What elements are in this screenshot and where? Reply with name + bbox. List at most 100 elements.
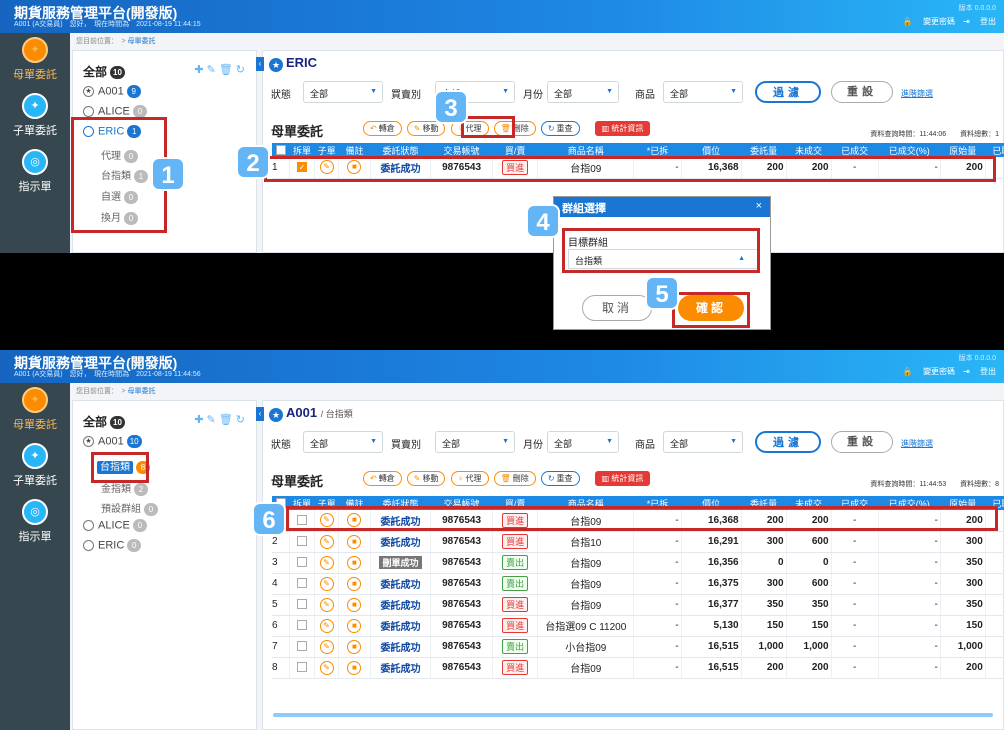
table-row[interactable]: 6 ✎ ■ 委託成功 9876543 買進 台指選09 C 11200-5,130 150 15… bbox=[272, 615, 1004, 637]
apply-filter-button[interactable]: 過濾 bbox=[755, 431, 821, 453]
column-header[interactable]: 已成交 bbox=[831, 143, 879, 157]
sidebar-item-parent-order[interactable]: ✦ 母單委託 bbox=[0, 33, 70, 89]
sidebar-item-child-order[interactable]: ✦ 子單委託 bbox=[0, 89, 70, 145]
collapse-icon[interactable]: ‹ bbox=[256, 57, 264, 71]
child-order-icon[interactable]: ■ bbox=[347, 660, 362, 675]
add-icon[interactable]: ✚ bbox=[194, 64, 206, 76]
split-order-cell[interactable]: ✎ bbox=[314, 615, 339, 637]
trash-icon[interactable]: 🗑 bbox=[219, 64, 236, 76]
rollover-button[interactable]: ↶ 轉倉 bbox=[363, 121, 402, 136]
requery-button[interactable]: ↻ 重查 bbox=[540, 121, 580, 136]
child-order-cell[interactable]: ■ bbox=[338, 615, 372, 637]
logout-link[interactable]: ⇥ 登出 bbox=[963, 367, 996, 376]
child-order-cell[interactable]: ■ bbox=[338, 594, 372, 616]
edit-icon[interactable]: ✎ bbox=[207, 414, 219, 426]
tree-all[interactable]: 全部 10 bbox=[83, 413, 125, 430]
column-header[interactable]: 已取 bbox=[985, 143, 1004, 157]
split-order-cell[interactable]: ✎ bbox=[314, 636, 339, 658]
child-order-icon[interactable]: ■ bbox=[347, 534, 362, 549]
child-order-cell[interactable]: ■ bbox=[338, 636, 372, 658]
row-checkbox[interactable] bbox=[289, 552, 316, 574]
column-header[interactable]: *已拆 bbox=[633, 143, 682, 157]
product-select[interactable]: 全部 bbox=[663, 431, 743, 453]
requery-button[interactable]: ↻ 重查 bbox=[540, 471, 580, 486]
sidebar-item-parent-order[interactable]: ✦ 母單委託 bbox=[0, 383, 70, 439]
child-order-cell[interactable]: ■ bbox=[338, 573, 372, 595]
column-header[interactable]: 價位 bbox=[681, 143, 742, 157]
advanced-filter-link[interactable]: 進階篩選 bbox=[901, 438, 933, 449]
refresh-icon[interactable]: ↻ bbox=[236, 414, 248, 426]
change-password-link[interactable]: 🔒 變更密碼 bbox=[903, 367, 955, 376]
pencil-icon[interactable]: ✎ bbox=[319, 597, 334, 612]
child-order-icon[interactable]: ■ bbox=[347, 555, 362, 570]
close-icon[interactable]: × bbox=[756, 200, 762, 212]
month-select[interactable]: 全部 bbox=[547, 81, 619, 103]
logout-link[interactable]: ⇥ 登出 bbox=[963, 17, 996, 26]
column-header[interactable]: 原始量 bbox=[940, 143, 986, 157]
change-password-link[interactable]: 🔒 變更密碼 bbox=[903, 17, 955, 26]
split-order-cell[interactable]: ✎ bbox=[314, 531, 339, 553]
split-order-cell[interactable]: ✎ bbox=[314, 573, 339, 595]
tree-node-alice[interactable]: ALICE 0 bbox=[83, 519, 147, 532]
column-header[interactable]: 已成交(%) bbox=[878, 143, 941, 157]
collapse-icon[interactable]: ‹ bbox=[256, 407, 264, 421]
delete-button[interactable]: 🗑 刪除 bbox=[493, 471, 536, 486]
sidebar-item-child-order[interactable]: ✦ 子單委託 bbox=[0, 439, 70, 495]
split-order-cell[interactable]: ✎ bbox=[314, 657, 339, 679]
column-header[interactable]: 拆單 bbox=[289, 143, 315, 157]
select-all-checkbox[interactable] bbox=[272, 143, 290, 157]
advanced-filter-link[interactable]: 進階篩選 bbox=[901, 88, 933, 99]
column-header[interactable]: 委託量 bbox=[741, 143, 787, 157]
column-header[interactable]: 買/賣 bbox=[492, 143, 538, 157]
product-select[interactable]: 全部 bbox=[663, 81, 743, 103]
status-select[interactable]: 全部 bbox=[303, 81, 383, 103]
column-header[interactable]: 商品名稱 bbox=[537, 143, 634, 157]
pencil-icon[interactable]: ✎ bbox=[319, 534, 334, 549]
column-header[interactable]: 交易帳號 bbox=[430, 143, 493, 157]
row-checkbox[interactable] bbox=[289, 657, 316, 679]
reset-button[interactable]: 重設 bbox=[831, 81, 893, 103]
row-checkbox[interactable] bbox=[289, 594, 316, 616]
edit-icon[interactable]: ✎ bbox=[207, 64, 219, 76]
move-button[interactable]: ✎ 移動 bbox=[406, 471, 446, 486]
tree-node-a001[interactable]: ★ A001 10 bbox=[83, 435, 142, 448]
child-order-cell[interactable]: ■ bbox=[338, 552, 372, 574]
pencil-icon[interactable]: ✎ bbox=[319, 660, 334, 675]
sidebar-item-instruction[interactable]: ◎ 指示單 bbox=[0, 145, 70, 201]
table-row[interactable]: 4 ✎ ■ 委託成功 9876543 賣出 台指09-16,375 300 600- -300 bbox=[272, 573, 1004, 595]
reset-button[interactable]: 重設 bbox=[831, 431, 893, 453]
apply-filter-button[interactable]: 過濾 bbox=[755, 81, 821, 103]
pencil-icon[interactable]: ✎ bbox=[319, 639, 334, 654]
row-checkbox[interactable] bbox=[289, 636, 316, 658]
row-checkbox[interactable] bbox=[289, 531, 316, 553]
table-row[interactable]: 2 ✎ ■ 委託成功 9876543 買進 台指10-16,291 300 600- -300 bbox=[272, 531, 1004, 553]
row-checkbox[interactable] bbox=[289, 573, 316, 595]
tree-node-eric[interactable]: ERIC 0 bbox=[83, 539, 142, 552]
table-row[interactable]: 7 ✎ ■ 委託成功 9876543 賣出 小台指09-16,515 1,000 1,000- -… bbox=[272, 636, 1004, 658]
cancel-button[interactable]: 取消 bbox=[582, 295, 652, 321]
pencil-icon[interactable]: ✎ bbox=[319, 618, 334, 633]
column-header[interactable]: 備註 bbox=[338, 143, 371, 157]
child-order-icon[interactable]: ■ bbox=[347, 618, 362, 633]
tree-node-a001[interactable]: ★ A001 9 bbox=[83, 85, 141, 98]
trash-icon[interactable]: 🗑 bbox=[219, 414, 236, 426]
refresh-icon[interactable]: ↻ bbox=[236, 64, 248, 76]
status-select[interactable]: 全部 bbox=[303, 431, 383, 453]
child-order-icon[interactable]: ■ bbox=[347, 597, 362, 612]
child-order-cell[interactable]: ■ bbox=[338, 657, 372, 679]
add-icon[interactable]: ✚ bbox=[194, 414, 206, 426]
row-checkbox[interactable] bbox=[289, 615, 316, 637]
pencil-icon[interactable]: ✎ bbox=[319, 576, 334, 591]
column-header[interactable]: 未成交 bbox=[786, 143, 832, 157]
sidebar-item-instruction[interactable]: ◎ 指示單 bbox=[0, 495, 70, 551]
side-select[interactable]: 全部 bbox=[435, 431, 515, 453]
pencil-icon[interactable]: ✎ bbox=[319, 555, 334, 570]
child-order-icon[interactable]: ■ bbox=[347, 639, 362, 654]
split-order-cell[interactable]: ✎ bbox=[314, 552, 339, 574]
stats-button[interactable]: ▥ 統計資訊 bbox=[594, 471, 651, 486]
stats-button[interactable]: ▥ 統計資訊 bbox=[594, 121, 651, 136]
month-select[interactable]: 全部 bbox=[547, 431, 619, 453]
split-order-cell[interactable]: ✎ bbox=[314, 594, 339, 616]
child-order-icon[interactable]: ■ bbox=[347, 576, 362, 591]
rollover-button[interactable]: ↶ 轉倉 bbox=[363, 471, 402, 486]
